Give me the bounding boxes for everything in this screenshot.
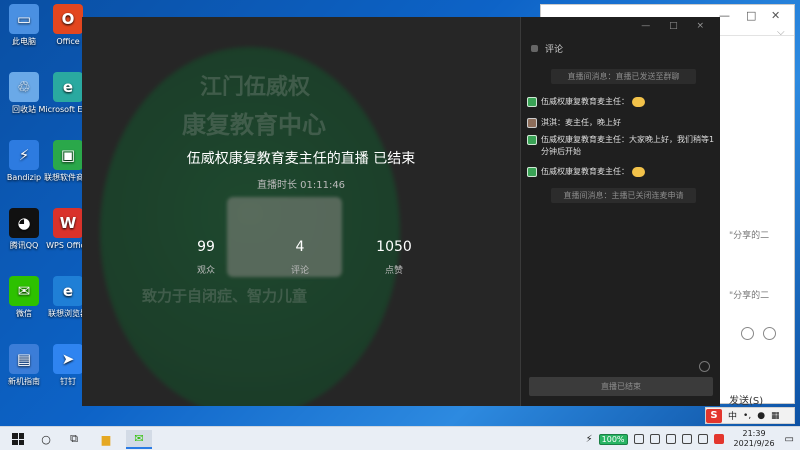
- live-title: 伍威权康复教育麦主任的直播 已结束: [186, 151, 416, 167]
- stat-value: 99: [197, 239, 215, 255]
- bandizip-icon: ⚡: [9, 140, 39, 170]
- comment-item: 伍威权康复教育麦主任：: [527, 96, 715, 108]
- comment-icon: [531, 45, 538, 52]
- stage-overlay: [82, 17, 520, 406]
- system-message: 直播间消息：直播已发送至群聊: [551, 69, 696, 84]
- ime-punct[interactable]: •,: [743, 411, 751, 421]
- minimize-icon[interactable]: —: [719, 9, 730, 22]
- guide-icon: ▤: [9, 344, 39, 374]
- comment-text: 伍威权康复教育麦主任：大家晚上好，我们稍等1分钟后开始: [541, 135, 715, 156]
- comment-text: 伍威权康复教育麦主任：: [541, 167, 629, 176]
- stat-label: 观众: [196, 266, 215, 276]
- system-tray: ⚡ 100% 21:39 2021/9/26 ▭: [586, 427, 800, 450]
- more-icon[interactable]: ⌵: [777, 27, 785, 38]
- stat-label: 评论: [290, 266, 309, 276]
- recycle-bin-icon: ♲: [9, 72, 39, 102]
- message-snippet: "分享的二: [729, 291, 770, 301]
- comment-panel: — □ × 评论 直播间消息：直播已发送至群聊 伍威权康复教育麦主任： 淇淇：麦…: [520, 17, 720, 406]
- avatar: [527, 135, 537, 145]
- ime-toolbar[interactable]: S 中 •, ● ▦: [705, 407, 795, 424]
- notification-icon[interactable]: ▭: [785, 434, 794, 445]
- emoji-icon: [632, 96, 645, 107]
- wifi-icon[interactable]: [681, 434, 692, 444]
- clock[interactable]: 21:39 2021/9/26: [734, 429, 775, 449]
- send-button[interactable]: 发送(S): [729, 392, 763, 407]
- computer-icon: ▭: [9, 4, 39, 34]
- emoji-picker-icon[interactable]: [699, 361, 710, 372]
- avatar: [527, 97, 537, 107]
- comment-text: 淇淇：麦主任，晚上好: [541, 118, 621, 127]
- volume-icon[interactable]: [697, 434, 708, 444]
- task-view-icon[interactable]: ⧉: [66, 431, 82, 447]
- stat-value: 1050: [376, 239, 412, 255]
- dingtalk-icon: ➤: [53, 344, 83, 374]
- sogou-tray-icon[interactable]: [713, 434, 724, 444]
- qq-icon: ◕: [9, 208, 39, 238]
- stat-value: 4: [295, 239, 305, 255]
- message-snippet: "分享的二: [729, 231, 770, 241]
- tray-icon[interactable]: [633, 434, 644, 444]
- phone-icon[interactable]: [763, 327, 776, 340]
- network-activity-icon[interactable]: ⚡: [586, 434, 593, 445]
- comment-header-label: 评论: [545, 45, 564, 55]
- tray-icon[interactable]: [665, 434, 676, 444]
- tray-icon[interactable]: [649, 434, 660, 444]
- lenovo-browser-icon: e: [53, 276, 83, 306]
- comment-item: 伍威权康复教育麦主任：大家晚上好，我们稍等1分钟后开始: [527, 134, 715, 158]
- search-icon[interactable]: ○: [38, 431, 54, 447]
- start-button[interactable]: [10, 431, 26, 447]
- live-stream-window: 江门伍威权 康复教育中心 致力于自闭症、智力儿童 伍威权康复教育麦主任的直播 已…: [82, 17, 720, 406]
- stat-viewers: 99 观众: [166, 239, 246, 276]
- video-call-icon[interactable]: [741, 327, 754, 340]
- close-icon[interactable]: ✕: [771, 9, 780, 22]
- file-explorer-icon[interactable]: ▆: [96, 431, 116, 447]
- wechat-taskbar-icon[interactable]: ✉: [126, 430, 152, 449]
- taskbar: ○ ⧉ ▆ ✉ ⚡ 100% 21:39 2021/9/26 ▭: [0, 426, 800, 450]
- emoji-icon: [632, 166, 645, 177]
- keyboard-icon[interactable]: ▦: [771, 411, 780, 421]
- stream-ended-button: 直播已结束: [529, 377, 713, 396]
- edge-icon: e: [53, 72, 83, 102]
- system-message: 直播间消息：主播已关闭连麦申请: [551, 188, 696, 203]
- office-icon: O: [53, 4, 83, 34]
- avatar: [527, 167, 537, 177]
- clock-date: 2021/9/26: [733, 439, 775, 448]
- clock-time: 21:39: [742, 429, 766, 438]
- wechat-icon: ✉: [9, 276, 39, 306]
- store-icon: ▣: [53, 140, 83, 170]
- stat-likes: 1050 点赞: [354, 239, 434, 276]
- avatar: [527, 118, 537, 128]
- comment-item: 伍威权康复教育麦主任：: [527, 166, 715, 178]
- maximize-icon[interactable]: □: [746, 9, 756, 22]
- window-controls[interactable]: — □ ×: [641, 21, 712, 31]
- comment-item: 淇淇：麦主任，晚上好: [527, 117, 715, 129]
- wps-icon: W: [53, 208, 83, 238]
- comment-header: 评论: [531, 42, 563, 55]
- sogou-icon[interactable]: S: [706, 408, 722, 423]
- windows-icon: [12, 433, 24, 445]
- comment-text: 伍威权康复教育麦主任：: [541, 97, 629, 106]
- stream-stage: 江门伍威权 康复教育中心 致力于自闭症、智力儿童 伍威权康复教育麦主任的直播 已…: [82, 17, 520, 406]
- ime-lang[interactable]: 中: [728, 409, 737, 422]
- stat-comments: 4 评论: [260, 239, 340, 276]
- mic-icon[interactable]: ●: [757, 411, 765, 421]
- battery-indicator[interactable]: 100%: [598, 433, 628, 445]
- stat-label: 点赞: [384, 266, 403, 276]
- live-duration: 直播时长 01:11:46: [256, 180, 346, 191]
